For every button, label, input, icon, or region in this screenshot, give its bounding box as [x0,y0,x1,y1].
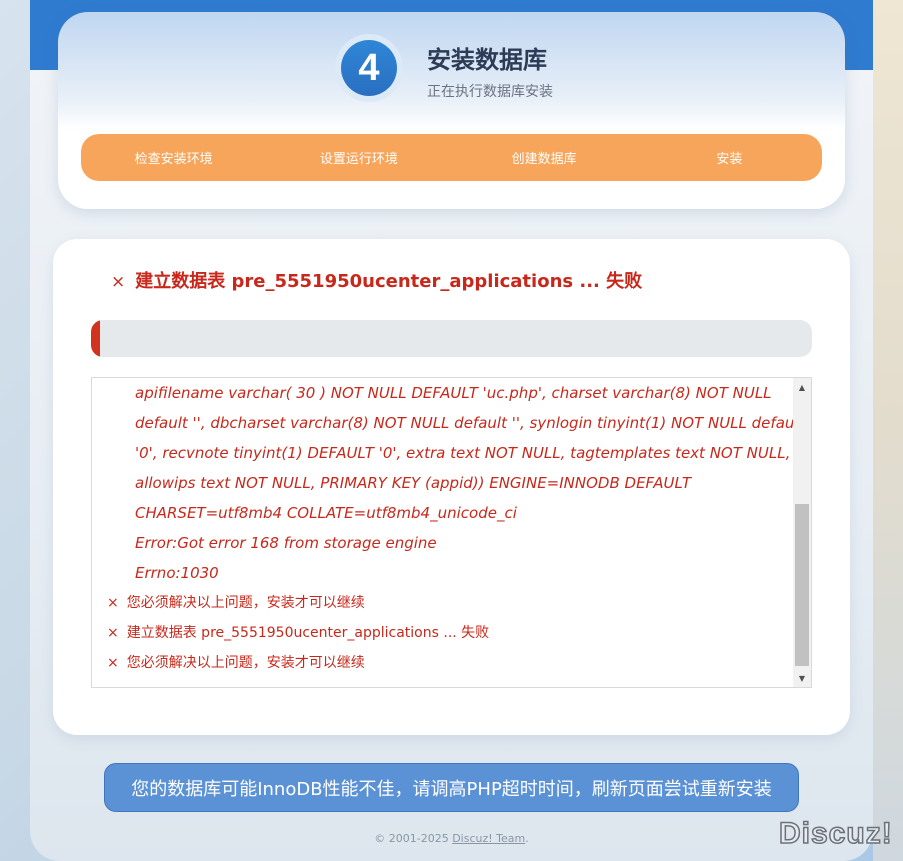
log-sql-line: CHARSET=utf8mb4 COLLATE=utf8mb4_unicode_… [135,504,517,522]
nav-item-install[interactable]: 安装 [637,148,822,167]
footer: © 2001-2025 Discuz! Team. [30,832,873,845]
page-column: 4 安装数据库 正在执行数据库安装 检查安装环境 设置运行环境 创建数据库 安装… [30,0,873,861]
install-log-card: × 建立数据表 pre_5551950ucenter_applications .… [53,239,850,735]
log-sql-line: allowips text NOT NULL, PRIMARY KEY (app… [135,474,692,492]
step-badge: 4 [335,34,403,102]
page-subtitle: 正在执行数据库安装 [427,84,553,100]
progress-bar [91,320,812,357]
error-headline-text: 建立数据表 pre_5551950ucenter_applications ..… [135,271,643,292]
log-message-text: 您必须解决以上问题，安装才可以继续 [126,595,365,611]
log-errno-line: Errno:1030 [135,564,219,582]
log-message-text: 建立数据表 pre_5551950ucenter_applications ..… [126,625,490,641]
log-sql-line: '0', recvnote tinyint(1) DEFAULT '0', ex… [135,444,791,462]
nav-item-runtime-settings[interactable]: 设置运行环境 [266,148,451,167]
page-title: 安装数据库 [427,46,547,74]
log-error-line: Error:Got error 168 from storage engine [135,534,437,552]
scrollbar-thumb[interactable] [795,504,809,666]
log-content: apifilename varchar( 30 ) NOT NULL DEFAU… [92,378,805,678]
log-sql-line: apifilename varchar( 30 ) NOT NULL DEFAU… [135,384,772,402]
nav-item-check-environment[interactable]: 检查安装环境 [81,148,266,167]
footer-team-link[interactable]: Discuz! Team [452,832,525,845]
close-icon: × [111,272,126,292]
discuz-watermark: Discuz! [778,816,893,851]
step-nav: 检查安装环境 设置运行环境 创建数据库 安装 [81,134,822,181]
scroll-up-arrow-icon[interactable]: ▲ [793,378,811,396]
error-headline: × 建立数据表 pre_5551950ucenter_applications .… [111,267,642,293]
footer-copyright: © 2001-2025 [374,832,453,845]
progress-fill [91,320,100,357]
log-sql-line: default '', dbcharset varchar(8) NOT NUL… [135,414,805,432]
footer-suffix: . [525,832,529,845]
innodb-notice: 您的数据库可能InnoDB性能不佳，请调高PHP超时时间，刷新页面尝试重新安装 [104,763,799,812]
header-card: 4 安装数据库 正在执行数据库安装 检查安装环境 设置运行环境 创建数据库 安装 [58,12,845,209]
log-message: × 您必须解决以上问题，安装才可以继续 [92,648,792,678]
nav-item-create-database[interactable]: 创建数据库 [452,148,637,167]
install-log[interactable]: apifilename varchar( 30 ) NOT NULL DEFAU… [91,377,812,688]
close-icon: × [107,655,119,671]
log-message: × 建立数据表 pre_5551950ucenter_applications .… [92,618,792,648]
scroll-down-arrow-icon[interactable]: ▼ [793,669,811,687]
step-number: 4 [341,40,397,96]
close-icon: × [107,625,119,641]
log-scrollbar[interactable]: ▲ ▼ [793,378,811,687]
close-icon: × [107,595,119,611]
log-message: × 您必须解决以上问题，安装才可以继续 [92,588,792,618]
page-background-right [873,0,903,861]
log-message-text: 您必须解决以上问题，安装才可以继续 [126,655,365,671]
